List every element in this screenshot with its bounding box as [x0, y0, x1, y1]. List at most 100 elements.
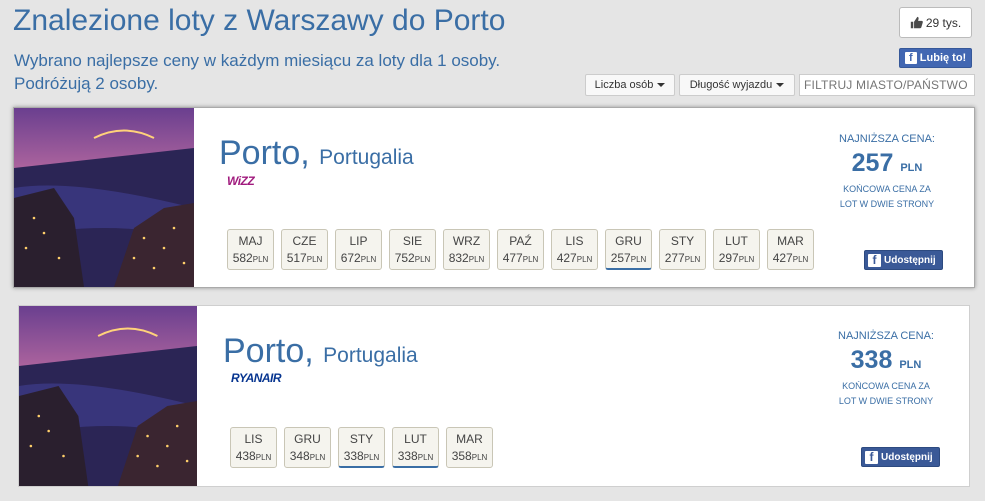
lowest-price-value: 257 PLN	[812, 149, 962, 178]
month-price-currency: PLN	[468, 255, 485, 264]
month-price-currency: PLN	[738, 255, 755, 264]
month-price: 582PLN	[228, 251, 273, 265]
month-price: 752PLN	[390, 251, 435, 265]
lowest-price-label: NAJNIŻSZA CENA:	[839, 133, 935, 145]
month-price-currency: PLN	[684, 255, 701, 264]
month-price-value: 427	[772, 251, 793, 265]
subtitle-line-1: Wybrano najlepsze ceny w każdym miesiącu…	[14, 51, 501, 70]
page-subtitle: Wybrano najlepsze ceny w każdym miesiącu…	[14, 49, 500, 95]
month-price-value: 427	[556, 251, 577, 265]
price-note-line-1: KOŃCOWA CENA ZA	[843, 184, 931, 194]
month-name: LUT	[404, 432, 427, 446]
share-label: Udostępnij	[881, 451, 933, 463]
facebook-share-button[interactable]: f Udostępnij	[861, 447, 940, 467]
month-name: GRU	[294, 432, 321, 446]
persons-dropdown-label: Liczba osób	[594, 79, 654, 91]
like-count-box: 29 tys.	[899, 7, 972, 38]
month-name: STY	[349, 432, 374, 446]
month-name: MAR	[777, 234, 804, 248]
price-currency: PLN	[900, 162, 923, 174]
country-name: Portugalia	[323, 344, 418, 367]
months-list: LIS 438PLN GRU 348PLN STY 338PLN LUT 338PLN MAR 3…	[230, 427, 493, 468]
month-price-value: 752	[394, 251, 415, 265]
month-price-button[interactable]: MAJ 582PLN	[227, 229, 274, 270]
month-price-currency: PLN	[792, 255, 809, 264]
month-name: SIE	[402, 234, 423, 248]
persons-dropdown[interactable]: Liczba osób	[585, 74, 675, 96]
month-price-currency: PLN	[522, 255, 539, 264]
lowest-price-box: NAJNIŻSZA CENA: 257 PLN KOŃCOWA CENA ZA L…	[812, 133, 962, 212]
price-amount: 257	[851, 149, 894, 177]
month-price-button[interactable]: STY 277PLN	[659, 229, 706, 270]
month-price-currency: PLN	[576, 255, 593, 264]
month-price-button[interactable]: LUT 338PLN	[392, 427, 439, 468]
lowest-price-box: NAJNIŻSZA CENA: 338 PLN KOŃCOWA CENA ZA L…	[811, 330, 961, 409]
result-card[interactable]: Porto, Portugalia WiZZ MAJ 582PLN CZE 517PL…	[13, 107, 975, 288]
destination-title: Porto, Portugalia	[219, 134, 414, 172]
month-price-button[interactable]: SIE 752PLN	[389, 229, 436, 270]
month-name: STY	[670, 234, 695, 248]
month-price-button[interactable]: STY 338PLN	[338, 427, 385, 468]
facebook-icon: f	[904, 52, 917, 64]
month-price-button[interactable]: PAŹ 477PLN	[497, 229, 544, 270]
month-price-currency: PLN	[417, 453, 434, 462]
facebook-share-button[interactable]: f Udostępnij	[864, 250, 943, 270]
price-note-line-2: LOT W DWIE STRONY	[839, 199, 935, 209]
facebook-like-button[interactable]: f Lubię to!	[899, 48, 972, 68]
country-name: Portugalia	[319, 146, 414, 169]
month-price-button[interactable]: MAR 427PLN	[767, 229, 814, 270]
duration-dropdown[interactable]: Długość wyjazdu	[679, 74, 795, 96]
month-price: 297PLN	[714, 251, 759, 265]
lowest-price-label: NAJNIŻSZA CENA:	[838, 330, 934, 342]
price-currency: PLN	[899, 359, 922, 371]
month-price-button[interactable]: CZE 517PLN	[281, 229, 328, 270]
month-price-currency: PLN	[255, 453, 272, 462]
month-name: LIP	[349, 234, 368, 248]
month-price-value: 338	[397, 449, 418, 463]
month-name: WRZ	[452, 234, 481, 248]
month-price-currency: PLN	[252, 255, 269, 264]
caret-down-icon	[776, 83, 785, 87]
destination-photo	[19, 306, 197, 486]
price-amount: 338	[850, 346, 893, 374]
facebook-like-label: Lubię to!	[919, 52, 967, 64]
destination-photo	[14, 108, 194, 287]
month-price: 257PLN	[606, 251, 651, 265]
result-card[interactable]: Porto, Portugalia RYANAIR LIS 438PLN GRU 34…	[18, 305, 970, 487]
month-price-currency: PLN	[630, 255, 647, 264]
month-price: 438PLN	[231, 449, 276, 463]
facebook-icon: f	[865, 450, 878, 464]
month-price: 338PLN	[393, 449, 438, 463]
duration-dropdown-label: Długość wyjazdu	[689, 79, 773, 91]
month-name: MAJ	[238, 234, 263, 248]
month-price-button[interactable]: WRZ 832PLN	[443, 229, 490, 270]
month-price: 672PLN	[336, 251, 381, 265]
month-name: MAR	[456, 432, 483, 446]
month-price-currency: PLN	[471, 453, 488, 462]
month-price-button[interactable]: LIP 672PLN	[335, 229, 382, 270]
month-price-value: 358	[451, 449, 472, 463]
month-price: 348PLN	[285, 449, 330, 463]
month-price-button[interactable]: LIS 438PLN	[230, 427, 277, 468]
month-name: LIS	[565, 234, 584, 248]
month-price-button[interactable]: LUT 297PLN	[713, 229, 760, 270]
months-list: MAJ 582PLN CZE 517PLN LIP 672PLN SIE 752PLN WRZ 8…	[227, 229, 814, 270]
airline-logo: WiZZ	[227, 174, 255, 188]
month-price-value: 338	[343, 449, 364, 463]
month-price: 358PLN	[447, 449, 492, 463]
month-price: 277PLN	[660, 251, 705, 265]
month-name: LUT	[725, 234, 748, 248]
month-price: 338PLN	[339, 449, 384, 463]
month-price: 427PLN	[552, 251, 597, 265]
month-price-currency: PLN	[306, 255, 323, 264]
month-price-currency: PLN	[363, 453, 380, 462]
month-name: LIS	[244, 432, 263, 446]
month-price-button[interactable]: MAR 358PLN	[446, 427, 493, 468]
city-country-filter-input[interactable]	[799, 74, 975, 96]
month-price: 477PLN	[498, 251, 543, 265]
month-price-button[interactable]: GRU 257PLN	[605, 229, 652, 270]
month-price-value: 672	[340, 251, 361, 265]
month-price-button[interactable]: LIS 427PLN	[551, 229, 598, 270]
page-title: Znalezione loty z Warszawy do Porto	[13, 4, 506, 37]
month-price-button[interactable]: GRU 348PLN	[284, 427, 331, 468]
